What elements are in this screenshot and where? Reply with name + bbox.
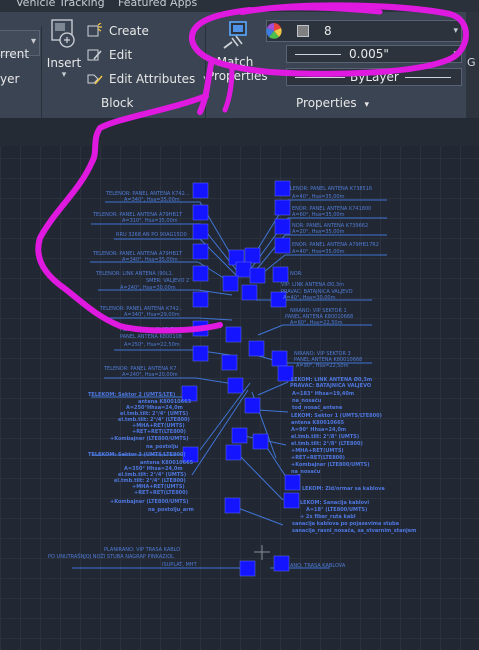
cursor-crosshair [254, 545, 270, 560]
drawing-label[interactable]: tod_nosač_antene [292, 405, 342, 411]
drawing-label[interactable]: A=340°, Hsa=35,00m [124, 197, 180, 203]
drawing-label[interactable]: LENOR: PANEL ANTENA K738516 [290, 186, 372, 192]
drawing-label[interactable]: A=240°, Hsa=20,00m [122, 372, 178, 378]
drawing-label[interactable]: A=60°, Hsa=35,00m [292, 212, 344, 218]
drawing-label[interactable]: RRU 3268 AN PO 90AG15D0 [116, 232, 187, 238]
drawing-label[interactable]: A=40°, Hsa=35,00m [292, 249, 344, 255]
drawing-label[interactable]: A=183° Hhsa=19,40m [292, 391, 354, 397]
drawing-label[interactable]: +RET+RET(LTE800) [132, 429, 186, 435]
drawing-label[interactable]: A=90°, Hsa=22,50m [296, 363, 348, 369]
drawing-label[interactable]: SMER: VALJEVO 2 [146, 278, 189, 284]
drawing-label[interactable]: PLANIRANO: VIP TRASA KABLO [104, 547, 180, 553]
drawing-label[interactable]: na_postolju [146, 444, 178, 450]
drawing-label[interactable]: A=18° (LTE800/UMTS) [306, 507, 367, 513]
drawing-label[interactable]: A=250°, Hsa=22,50m [124, 342, 180, 348]
drawing-label[interactable]: +Kombajner (LTE800/UMTS) [110, 499, 189, 505]
drawing-label[interactable]: LEKOM: Sektor 1 (UMTS/LTE800) [291, 413, 382, 419]
drawing-label[interactable]: ENOR: PANEL ANTENA A79HB17R2 [292, 242, 379, 248]
drawing-label[interactable]: VIP: LINK ANTENA Ø0,3m [281, 282, 344, 288]
drawing-label[interactable]: A=340°, Hsa=35,00m [122, 257, 178, 263]
drawing-label[interactable]: el.tmb.tilt: 2°/8° (UMTS) [291, 434, 359, 440]
drawing-label[interactable]: TELEKOM: Sektor 3 (UMTS/LTE800) [88, 452, 186, 458]
drawing-label[interactable]: A=240°, Hsa=30,00m [120, 285, 176, 291]
drawing-label[interactable]: PANEL ANTENA K800108 [120, 334, 182, 340]
drawing-label[interactable]: + 2x fiber_ruta kabl [300, 514, 356, 520]
drawing-label[interactable]: LEKOM: Sanacija kablovi [300, 500, 369, 506]
drawing-label[interactable]: A=40°, Hsa=30,00m [283, 295, 335, 301]
drawing-label[interactable]: PO UNUTRAŠNJOJ NOŽI STUBA NAGRAP PINKAZI… [48, 554, 174, 560]
drawing-label[interactable]: A=90° Hhsa=24,0m [291, 427, 346, 433]
drawing-label[interactable]: TELEKOM: Sektor 2 (UMTS/LTE) [88, 392, 175, 398]
drawing-label[interactable]: NOR: [290, 271, 303, 277]
drawing-label[interactable]: A=340°, Hsa=29,00m [124, 312, 180, 318]
drawing-label[interactable]: A=310°, Hsa=35,00m [122, 218, 178, 224]
drawing-label[interactable]: A=40°, Hsa=35,00m [292, 194, 344, 200]
drawing-label[interactable]: +MHA+RET(UMTS) [291, 448, 344, 454]
drawing-label[interactable]: ISUPLAT, MHT [162, 562, 197, 568]
drawing-label[interactable]: el.tmb.tilt: 2°/8° (LTE800) [291, 441, 363, 447]
drawing-label[interactable]: LEKOM: Zid/ormar sa kablova [302, 486, 385, 492]
drawing-label[interactable]: na_postolju_arm [148, 507, 194, 513]
drawing-geometry [72, 180, 387, 577]
drawing-label[interactable]: sanacija kablova po pojasevima stuba [292, 521, 399, 527]
drawing-label[interactable]: PRAVAC: BATAJNICA VALJEVO [290, 383, 371, 389]
drawing-label[interactable]: TELENOR: LINK ANTENA (90L1. [96, 271, 173, 277]
drawing-label[interactable]: A=60°, Hsa=22,50m [290, 320, 342, 326]
drawing-label[interactable]: antena K80010665 [291, 420, 344, 426]
drawing-label[interactable]: A=20°, Hsa=35,00m [292, 229, 344, 235]
drawing-label[interactable]: +RET+RET(LTE800) [134, 490, 188, 496]
drawing-label[interactable]: na_nosaču [292, 398, 321, 404]
drawing-label[interactable]: ANO: TRASA KABLOVA [290, 563, 345, 569]
drawing-label[interactable]: sanacija_rasni_nosača, sa_stvarnim_stanj… [292, 528, 416, 534]
drawing-label[interactable]: +RET+RET(LTE800) [291, 455, 345, 461]
drawing-label[interactable]: na_nosaču [291, 469, 320, 475]
drawing-label[interactable]: +Kombajner (LTE800/UMTS) [110, 436, 189, 442]
drawing-label[interactable]: PLANIRANO: VIP SEKTOR [120, 327, 181, 333]
drawing-label[interactable]: +Kombajner (LTE800/UMTS) [291, 462, 370, 468]
